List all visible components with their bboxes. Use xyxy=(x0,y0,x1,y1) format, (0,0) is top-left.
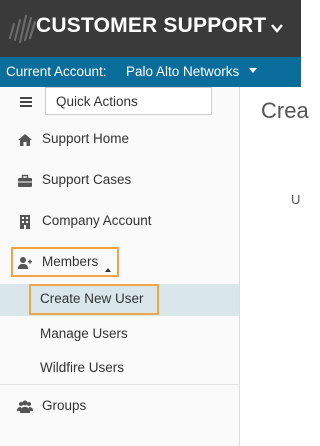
account-selector[interactable]: Palo Alto Networks xyxy=(126,64,239,79)
sidebar-divider xyxy=(239,87,240,446)
sidebar-item-label: Support Cases xyxy=(42,172,132,187)
sidebar-item-label: Support Home xyxy=(42,131,130,146)
home-icon xyxy=(18,134,32,146)
caret-down-icon[interactable] xyxy=(249,68,257,73)
account-bar: Current Account: Palo Alto Networks xyxy=(0,57,301,87)
members-highlight-box xyxy=(11,247,119,277)
current-account-label: Current Account: xyxy=(6,64,107,79)
sidebar-item-label: Company Account xyxy=(42,213,152,228)
sidebar-item-support-cases[interactable]: Support Cases xyxy=(0,166,239,196)
sidebar-item-company-account[interactable]: Company Account xyxy=(0,207,239,237)
building-icon xyxy=(20,215,30,229)
sidebar-item-groups[interactable]: Groups xyxy=(0,392,239,422)
users-group-icon xyxy=(17,400,33,413)
quick-actions-field[interactable]: Quick Actions xyxy=(45,87,212,115)
sidebar-item-support-home[interactable]: Support Home xyxy=(0,125,239,155)
chevron-down-icon[interactable] xyxy=(271,20,283,36)
brand-logo-icon xyxy=(8,14,37,44)
hamburger-menu-icon[interactable] xyxy=(20,97,32,107)
page-title: Crea xyxy=(261,98,309,123)
subitem-manage-users[interactable]: Manage Users xyxy=(40,326,128,341)
top-header: CUSTOMER SUPPORT xyxy=(0,0,301,57)
sidebar-item-label: Groups xyxy=(42,398,87,413)
main-content-fragment: U xyxy=(291,192,301,207)
sidebar-section-divider xyxy=(0,384,239,385)
app-title[interactable]: CUSTOMER SUPPORT xyxy=(36,14,266,38)
create-new-user-highlight-box xyxy=(29,284,159,315)
briefcase-icon xyxy=(18,174,32,187)
subitem-wildfire-users[interactable]: Wildfire Users xyxy=(40,360,124,375)
